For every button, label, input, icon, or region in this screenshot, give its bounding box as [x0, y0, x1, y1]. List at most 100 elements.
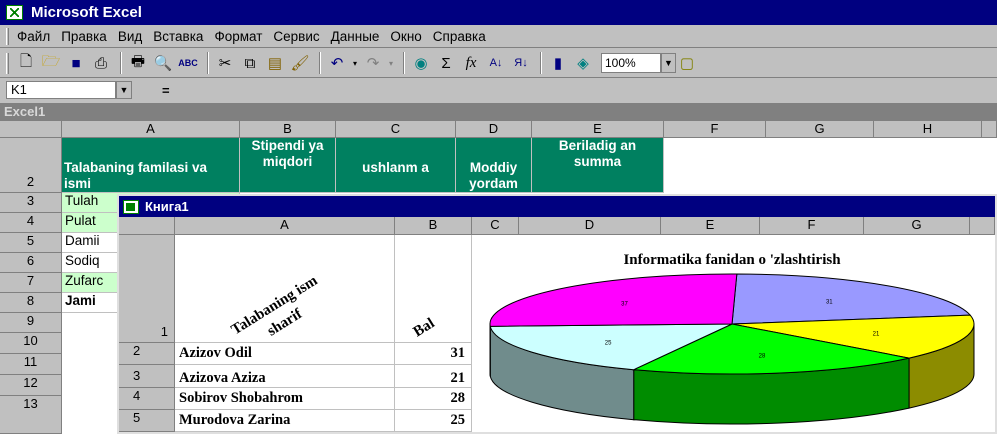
column-header[interactable]: [970, 217, 995, 235]
drawing-icon[interactable]: ◈: [572, 52, 594, 74]
student-score-cell[interactable]: 31: [395, 343, 472, 365]
row-header[interactable]: 9: [0, 313, 62, 333]
cut-icon[interactable]: ✂: [214, 52, 236, 74]
formula-bar: K1 ▼ =: [0, 79, 997, 101]
separator: [207, 52, 209, 74]
redo-dropdown-icon[interactable]: ▾: [387, 52, 395, 74]
menu-grip-icon: [6, 27, 9, 45]
new-icon[interactable]: 🗋: [15, 52, 37, 74]
column-header[interactable]: G: [766, 121, 874, 138]
menu-window[interactable]: Окно: [390, 29, 421, 44]
standard-toolbar: 🗋 🗁 ■ ⎙ 🖶 🔍 ABC ✂ ⧉ ▤ 🖌 ↶ ▾ ↷ ▾ ◉ Σ fx A…: [0, 49, 997, 78]
sort-ascending-icon[interactable]: A↓: [485, 52, 507, 74]
row-header[interactable]: 13: [0, 396, 62, 434]
column-header[interactable]: B: [395, 217, 472, 235]
column-header[interactable]: H: [874, 121, 982, 138]
name-box[interactable]: K1: [6, 81, 116, 99]
header-cell-name[interactable]: Talabaning ismsharif: [175, 235, 395, 343]
student-score-cell[interactable]: 28: [395, 388, 472, 410]
function-icon[interactable]: fx: [460, 52, 482, 74]
student-score-cell[interactable]: 21: [395, 365, 472, 388]
name-box-dropdown-icon[interactable]: ▼: [116, 81, 132, 99]
column-header[interactable]: A: [175, 217, 395, 235]
menu-file[interactable]: Файл: [17, 29, 50, 44]
row-header[interactable]: 5: [119, 410, 175, 432]
workbook-title-excel1[interactable]: Excel1: [0, 103, 997, 121]
separator: [120, 52, 122, 74]
header-cell-score[interactable]: Bal: [395, 235, 472, 343]
column-header[interactable]: [982, 121, 997, 138]
autosum-icon[interactable]: Σ: [435, 52, 457, 74]
pie-slice[interactable]: [489, 273, 738, 327]
undo-icon[interactable]: ↶: [326, 52, 348, 74]
menu-edit[interactable]: Правка: [61, 29, 107, 44]
office-assistant-icon[interactable]: ▢: [676, 52, 698, 74]
menu-view[interactable]: Вид: [118, 29, 142, 44]
column-header[interactable]: D: [456, 121, 532, 138]
zoom-dropdown-icon[interactable]: ▼: [661, 53, 676, 73]
row-header[interactable]: 12: [0, 375, 62, 396]
select-all-corner[interactable]: [119, 217, 175, 235]
header-name-text: Talabaning ismsharif: [229, 272, 332, 343]
menu-data[interactable]: Данные: [331, 29, 380, 44]
chart-wizard-icon[interactable]: ▮: [547, 52, 569, 74]
header-cell[interactable]: Beriladig an summa: [532, 138, 664, 193]
header-cell[interactable]: ushlanm a: [336, 138, 456, 193]
save-icon[interactable]: ■: [65, 52, 87, 74]
redo-icon[interactable]: ↷: [362, 52, 384, 74]
row-header[interactable]: 2: [0, 138, 62, 193]
row-header[interactable]: 6: [0, 253, 62, 273]
print-preview-icon[interactable]: 🔍: [152, 52, 174, 74]
pie-chart[interactable]: Informatika fanidan o 'zlashtirish 31 21 2…: [472, 236, 995, 432]
student-score-cell[interactable]: 25: [395, 410, 472, 432]
student-name-cell[interactable]: Azizova Aziza: [175, 365, 395, 388]
student-name-cell[interactable]: Murodova Zarina: [175, 410, 395, 432]
header-cell[interactable]: Moddiy yordam: [456, 138, 532, 193]
paste-icon[interactable]: ▤: [264, 52, 286, 74]
copy-icon[interactable]: ⧉: [239, 52, 261, 74]
print-icon[interactable]: 🖶: [127, 52, 149, 74]
column-header[interactable]: A: [62, 121, 240, 138]
column-header[interactable]: D: [519, 217, 661, 235]
format-painter-icon[interactable]: 🖌: [289, 52, 311, 74]
menu-tools[interactable]: Сервис: [273, 29, 319, 44]
hyperlink-icon[interactable]: ◉: [410, 52, 432, 74]
kniga1-title-bar[interactable]: Книга1: [119, 196, 995, 217]
row-header[interactable]: 2: [119, 343, 175, 365]
select-all-corner[interactable]: [0, 121, 62, 138]
formula-equals-button[interactable]: =: [162, 83, 170, 98]
rotated-header-svg: Talabaning ismsharif: [229, 272, 332, 343]
student-name-cell[interactable]: Sobirov Shobahrom: [175, 388, 395, 410]
row-header[interactable]: 4: [0, 213, 62, 233]
row-header[interactable]: 8: [0, 293, 62, 313]
header-cell[interactable]: Talabaning familasi va ismi: [62, 138, 240, 193]
sort-descending-icon[interactable]: Я↓: [510, 52, 532, 74]
row-header[interactable]: 3: [119, 365, 175, 388]
row-header[interactable]: 11: [0, 354, 62, 375]
row-header[interactable]: 5: [0, 233, 62, 253]
menu-format[interactable]: Формат: [214, 29, 262, 44]
row-header[interactable]: 10: [0, 333, 62, 354]
row-header[interactable]: 4: [119, 388, 175, 410]
row-header[interactable]: 7: [0, 273, 62, 293]
column-header[interactable]: E: [532, 121, 664, 138]
zoom-input[interactable]: 100%: [601, 53, 661, 73]
publish-icon[interactable]: ⎙: [90, 52, 112, 74]
column-header[interactable]: C: [336, 121, 456, 138]
menu-help[interactable]: Справка: [433, 29, 486, 44]
undo-dropdown-icon[interactable]: ▾: [351, 52, 359, 74]
column-header[interactable]: F: [664, 121, 766, 138]
column-header[interactable]: E: [661, 217, 760, 235]
column-header[interactable]: C: [472, 217, 519, 235]
menu-insert[interactable]: Вставка: [153, 29, 203, 44]
column-header[interactable]: B: [240, 121, 336, 138]
header-cell[interactable]: Stipendi ya miqdori: [240, 138, 336, 193]
app-title: Microsoft Excel: [31, 4, 142, 21]
column-header[interactable]: G: [864, 217, 970, 235]
row-header[interactable]: 3: [0, 193, 62, 213]
row-header[interactable]: 1: [119, 235, 175, 343]
spelling-icon[interactable]: ABC: [177, 52, 199, 74]
column-header[interactable]: F: [760, 217, 864, 235]
student-name-cell[interactable]: Azizov Odil: [175, 343, 395, 365]
open-icon[interactable]: 🗁: [40, 52, 62, 74]
